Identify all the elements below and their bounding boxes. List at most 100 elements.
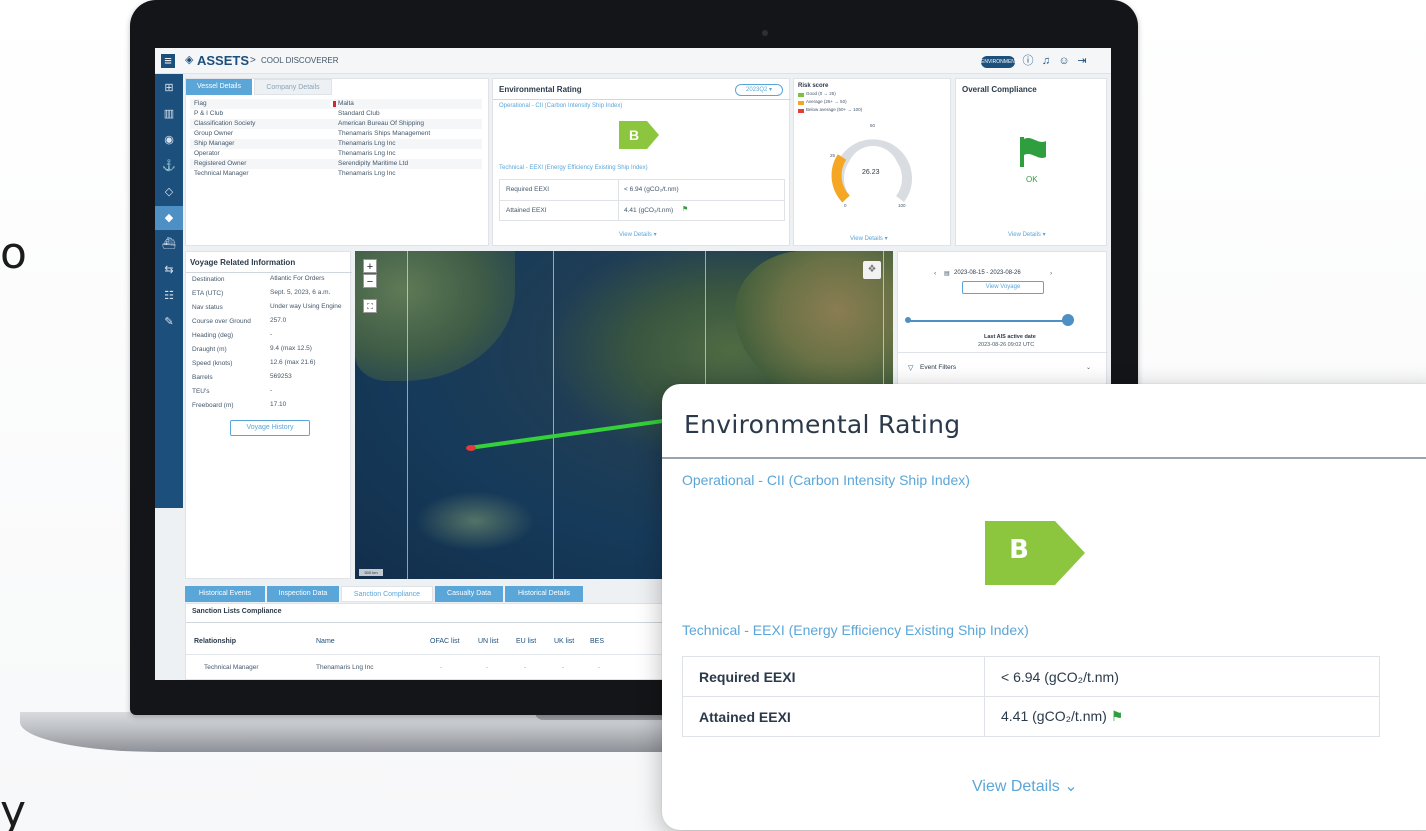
layers-icon[interactable]: ❖ xyxy=(863,261,881,279)
tab-sanction-compliance[interactable]: Sanction Compliance xyxy=(341,586,433,602)
breadcrumb-root[interactable]: ASSETS xyxy=(197,53,249,68)
column-ofac[interactable]: OFAC list xyxy=(430,638,460,645)
card-view-details-link[interactable]: View Details ⌄ xyxy=(972,776,1078,796)
voyage-detail-label: Barrels xyxy=(192,374,213,381)
column-bes[interactable]: BES xyxy=(590,638,604,645)
sidebar-tag-icon[interactable]: ◇ xyxy=(155,180,183,204)
timeline-slider-track[interactable] xyxy=(907,320,1069,322)
card-attained-eexi-value: 4.41 (gCO₂/t.nm) xyxy=(1001,708,1107,724)
timeline-prev-icon[interactable]: ‹ xyxy=(934,270,936,277)
cropped-text-top: o xyxy=(0,228,27,279)
environmental-pill[interactable]: ENVIRONMENTAL xyxy=(981,56,1024,68)
voyage-detail-value: 569253 xyxy=(270,373,292,380)
column-relationship[interactable]: Relationship xyxy=(194,638,236,645)
compliance-view-details-link[interactable]: View Details ▾ xyxy=(1008,231,1046,238)
column-name[interactable]: Name xyxy=(316,638,335,645)
voyage-detail-value: Under way Using Engine xyxy=(270,303,342,310)
table-row: Technical Manager Thenamaris Lng Inc xyxy=(190,169,482,179)
voyage-detail-label: ETA (UTC) xyxy=(192,290,224,297)
voyage-history-button[interactable]: Voyage History xyxy=(230,420,310,436)
tab-historical-details[interactable]: Historical Details xyxy=(505,586,583,602)
vessel-detail-value: American Bureau Of Shipping xyxy=(338,120,424,127)
vessel-detail-label: Technical Manager xyxy=(194,170,249,177)
sidebar-grid-icon[interactable]: ⊞ xyxy=(155,76,183,100)
sidebar-building-icon[interactable]: ▥ xyxy=(155,102,183,126)
risk-score-value: 26.23 xyxy=(862,169,880,176)
table-row: Operator Thenamaris Lng Inc xyxy=(190,149,482,159)
timeline-date-range[interactable]: 2023-08-15 - 2023-08-26 xyxy=(954,270,1021,276)
row-name: Thenamaris Lng Inc xyxy=(316,664,374,671)
column-eu[interactable]: EU list xyxy=(516,638,536,645)
legend-average: Average (25+ → 50) xyxy=(806,99,847,104)
period-select[interactable]: 2023Q2 ▾ xyxy=(735,84,783,96)
vessel-detail-value: Thenamaris Lng Inc xyxy=(338,170,396,177)
chevron-down-icon[interactable]: ⌄ xyxy=(1086,364,1091,371)
column-uk[interactable]: UK list xyxy=(554,638,574,645)
table-row: Group Owner Thenamaris Ships Management xyxy=(190,129,482,139)
breadcrumb-separator: > xyxy=(250,55,256,66)
event-filters-label[interactable]: Event Filters xyxy=(920,364,956,371)
marketing-stage: o y ≡ ◈ ASSETS > COOL DISCOVERER ENVIRON… xyxy=(0,0,1426,831)
sidebar-tool-icon[interactable]: ✎ xyxy=(155,310,183,334)
card-view-details-label: View Details xyxy=(972,778,1060,795)
sanction-section-title: Sanction Lists Compliance xyxy=(192,608,282,615)
filter-icon[interactable]: ▽ xyxy=(908,364,913,372)
vessel-detail-label: Flag xyxy=(194,100,207,107)
tab-casualty-data[interactable]: Casualty Data xyxy=(435,586,503,602)
fullscreen-icon[interactable]: ⛶ xyxy=(363,299,377,313)
help-icon[interactable]: ⓘ xyxy=(1021,54,1035,68)
table-row: P & I Club Standard Club xyxy=(190,109,482,119)
vessel-detail-label: Classification Society xyxy=(194,120,256,127)
voyage-detail-label: Destination xyxy=(192,276,225,283)
table-row: Flag Malta xyxy=(190,99,482,109)
shield-logo-icon: ◈ xyxy=(185,54,194,66)
table-row: Required EEXI < 6.94 (gCO₂/t.nm) xyxy=(682,656,1380,697)
bell-icon[interactable]: ♫ xyxy=(1039,54,1053,68)
row-uk: - xyxy=(562,664,565,671)
tab-vessel-details[interactable]: Vessel Details xyxy=(186,79,252,95)
risk-view-details-link[interactable]: View Details ▾ xyxy=(850,235,888,242)
timeline-next-icon[interactable]: › xyxy=(1050,270,1052,277)
slider-start-handle[interactable] xyxy=(905,317,911,323)
voyage-detail-value: Sept. 5, 2023, 6 a.m. xyxy=(270,289,331,296)
zoom-out-button[interactable]: − xyxy=(363,274,377,288)
env-rating-callout-card: Environmental Rating Operational - CII (… xyxy=(662,384,1426,830)
voyage-detail-label: Nav status xyxy=(192,304,223,311)
sidebar-exchange-icon[interactable]: ⇆ xyxy=(155,258,183,282)
table-row: Ship Manager Thenamaris Lng Inc xyxy=(190,139,482,149)
sidebar-diamond-icon[interactable]: ◆ xyxy=(155,206,183,230)
sidebar-anchor-icon[interactable]: ⚓ xyxy=(155,154,183,178)
zoom-in-button[interactable]: + xyxy=(363,259,377,273)
column-un[interactable]: UN list xyxy=(478,638,499,645)
chevron-down-icon: ⌄ xyxy=(1064,778,1078,795)
sidebar-ship-icon[interactable]: ⛴ xyxy=(155,232,183,256)
sidebar: ⊞ ▥ ◉ ⚓ ◇ ◆ ⛴ ⇆ ☷ ✎ xyxy=(155,74,183,508)
vessel-detail-value: Thenamaris Ships Management xyxy=(338,130,431,137)
env-view-details-link[interactable]: View Details ▾ xyxy=(619,231,657,238)
user-icon[interactable]: ☺ xyxy=(1057,54,1071,68)
tab-company-details[interactable]: Company Details xyxy=(254,79,332,95)
attained-eexi-value: 4.41 (gCO₂/t.nm) xyxy=(624,207,674,214)
card-technical-label: Technical - EEXI (Energy Efficiency Exis… xyxy=(682,622,1029,638)
gauge-tick-bottom-right: 100 xyxy=(898,203,906,208)
sidebar-people-icon[interactable]: ☷ xyxy=(155,284,183,308)
row-ofac: - xyxy=(440,664,443,671)
table-row: Registered Owner Serendipity Maritime Ltd xyxy=(190,159,482,169)
sidebar-location-icon[interactable]: ◉ xyxy=(155,128,183,152)
tab-historical-events[interactable]: Historical Events xyxy=(185,586,265,602)
divider xyxy=(898,352,1108,353)
view-voyage-button[interactable]: View Voyage xyxy=(962,281,1044,294)
required-eexi-label: Required EEXI xyxy=(506,186,549,193)
overall-compliance-panel: Overall Compliance OK View Details ▾ xyxy=(955,78,1107,246)
logout-icon[interactable]: ⇥ xyxy=(1075,54,1089,68)
risk-score-title: Risk score xyxy=(798,83,829,89)
row-relationship: Technical Manager xyxy=(204,664,259,671)
vessel-detail-label: Operator xyxy=(194,150,220,157)
voyage-info-panel: Voyage Related Information Destination At… xyxy=(185,251,352,579)
hamburger-menu-icon[interactable]: ≡ xyxy=(161,54,175,68)
slider-end-handle[interactable] xyxy=(1062,314,1074,326)
laptop-camera xyxy=(762,30,768,36)
card-attained-eexi-label: Attained EEXI xyxy=(682,696,985,737)
card-required-eexi-value: < 6.94 (gCO₂/t.nm) xyxy=(984,656,1380,697)
tab-inspection-data[interactable]: Inspection Data xyxy=(267,586,339,602)
